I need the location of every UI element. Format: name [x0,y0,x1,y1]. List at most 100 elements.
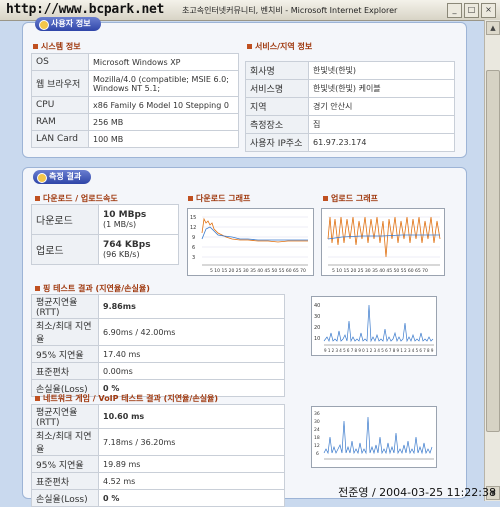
row-key: 회사명 [245,61,309,80]
row-value: 10.60 ms [98,404,285,429]
row-key: 웹 브라우저 [31,70,89,97]
y-tick: 6 [316,451,319,457]
table-row: 손실율(Loss) 0 % [31,489,285,507]
game-section-label: 네트워크 게임 / VoIP 테스트 결과 (지연율/손실율) [43,394,219,403]
row-value: 6.90ms / 42.00ms [98,318,285,346]
row-value: x86 Family 6 Model 10 Stepping 0 [88,96,239,114]
bullet-icon [39,20,49,30]
ping-table: 평균지연율(RTT) 9.86ms 최소/최대 지연율 6.90ms / 42.00… [31,294,285,397]
speed-section-title: 다운로드 / 업로드속도 [35,193,118,204]
table-row: 평균지연율(RTT) 10.60 ms [31,404,285,429]
y-tick: 30 [314,419,320,425]
square-bullet-icon [35,396,40,401]
table-row: 95% 지연율 17.40 ms [31,345,285,363]
row-key: 사용자 IP주소 [245,133,309,152]
bullet-icon [37,173,47,183]
ping-graph: 40 30 20 10 9 1 2 3 4 5 6 7 8 9 0 1 2 3 … [311,296,437,356]
y-tick: 9 [192,235,195,241]
row-key: CPU [31,96,89,114]
window-controls: _ □ × [447,3,496,18]
game-section-title: 네트워크 게임 / VoIP 테스트 결과 (지연율/손실율) [35,393,218,404]
table-row: 95% 지연율 19.89 ms [31,455,285,473]
square-bullet-icon [35,286,40,291]
y-tick: 6 [192,245,195,251]
table-row: 다운로드 10 MBps (1 MB/s) [31,204,179,235]
vertical-scrollbar[interactable]: ▲ ▼ [484,20,500,501]
row-key: RAM [31,113,89,131]
row-key: 평균지연율(RTT) [31,294,99,319]
scroll-up-icon[interactable]: ▲ [486,21,500,35]
table-row: OS Microsoft Windows XP [31,53,239,71]
row-value: 0 % [98,489,285,507]
scroll-thumb[interactable] [486,70,500,432]
speed-table: 다운로드 10 MBps (1 MB/s) 업로드 764 KBps (96 KB/… [31,204,179,265]
table-row: 표준편차 0.00ms [31,362,285,380]
download-main: 10 MBps [103,210,147,220]
download-graph-title: 다운로드 그래프 [188,193,250,204]
row-key: 최소/최대 지연율 [31,318,99,346]
y-tick: 36 [314,411,320,417]
row-key: 측정장소 [245,115,309,134]
square-bullet-icon [247,44,252,49]
row-key: 표준편차 [31,472,99,490]
service-info-title: 서비스/지역 정보 [247,41,312,52]
download-graph-label: 다운로드 그래프 [196,194,251,203]
system-info-title: 시스템 정보 [33,41,81,52]
row-value: 100 MB [88,130,239,148]
row-value: 집 [308,115,455,134]
row-value: 17.40 ms [98,345,285,363]
row-key: OS [31,53,89,71]
upload-graph: 5 10 15 20 25 30 35 40 45 50 55 60 65 70 [321,208,445,276]
row-value: Microsoft Windows XP [88,53,239,71]
row-value: 한빛넷(한빛) 케이블 [308,79,455,98]
row-value: 256 MB [88,113,239,131]
y-tick: 20 [314,325,320,331]
y-tick: 3 [192,255,195,261]
y-tick: 12 [314,443,320,449]
row-key: LAN Card [31,130,89,148]
x-ticks: 9 1 2 3 4 5 6 7 8 9 0 1 2 3 4 5 6 7 8 9 … [324,348,434,353]
table-row: 회사명 한빛넷(한빛) [245,61,455,80]
square-bullet-icon [35,196,40,201]
table-row: 최소/최대 지연율 6.90ms / 42.00ms [31,318,285,346]
row-value: 7.18ms / 36.20ms [98,428,285,456]
download-label: 다운로드 [31,204,99,235]
row-key: 최소/최대 지연율 [31,428,99,456]
square-bullet-icon [323,196,328,201]
window-title: 초고속인터넷커뮤니티, 벤치비 - Microsoft Internet Exp… [182,6,398,15]
y-tick: 40 [314,303,320,309]
row-key: 서비스명 [245,79,309,98]
service-info-table: 회사명 한빛넷(한빛) 서비스명 한빛넷(한빛) 케이블 지역 경기 안산시 측정장소… [245,61,455,152]
table-row: 평균지연율(RTT) 9.86ms [31,294,285,319]
row-value: 한빛넷(한빛) [308,61,455,80]
y-tick: 24 [314,427,320,433]
x-ticks: 5 10 15 20 25 30 35 40 45 50 55 60 65 70 [332,268,428,274]
user-info-panel: 사용자 정보 시스템 정보 OS Microsoft Windows XP 웹 브… [22,17,467,158]
table-row: 업로드 764 KBps (96 KB/s) [31,234,179,265]
table-row: 서비스명 한빛넷(한빛) 케이블 [245,79,455,98]
download-value: 10 MBps (1 MB/s) [98,204,179,235]
y-tick: 15 [190,215,196,221]
minimize-button[interactable]: _ [447,3,462,18]
row-key: 표준편차 [31,362,99,380]
close-button[interactable]: × [481,3,496,18]
url-watermark: http://www.bcpark.net [6,2,165,17]
square-bullet-icon [33,44,38,49]
table-row: CPU x86 Family 6 Model 10 Stepping 0 [31,96,239,114]
results-header-label: 측정 결과 [49,172,82,181]
results-header: 측정 결과 [33,170,92,184]
row-value: Mozilla/4.0 (compatible; MSIE 6.0; Windo… [88,70,239,97]
footer-timestamp: 전준영 / 2004-03-25 11:22:38 [338,486,496,499]
square-bullet-icon [188,196,193,201]
upload-graph-label: 업로드 그래프 [331,194,378,203]
maximize-button[interactable]: □ [464,3,479,18]
table-row: LAN Card 100 MB [31,130,239,148]
row-key: 지역 [245,97,309,116]
results-panel: 측정 결과 다운로드 / 업로드속도 다운로드 10 MBps (1 MB/s) … [22,167,467,507]
download-sub: (1 MB/s) [103,220,137,229]
system-info-title-label: 시스템 정보 [41,42,81,51]
row-key: 손실율(Loss) [31,489,99,507]
ping-section-title: 핑 테스트 결과 (지연율/손실율) [35,283,150,294]
system-info-table: OS Microsoft Windows XP 웹 브라우저 Mozilla/4.0… [31,53,239,148]
x-ticks: 5 10 15 20 25 30 35 40 45 50 55 60 65 70 [210,268,306,274]
